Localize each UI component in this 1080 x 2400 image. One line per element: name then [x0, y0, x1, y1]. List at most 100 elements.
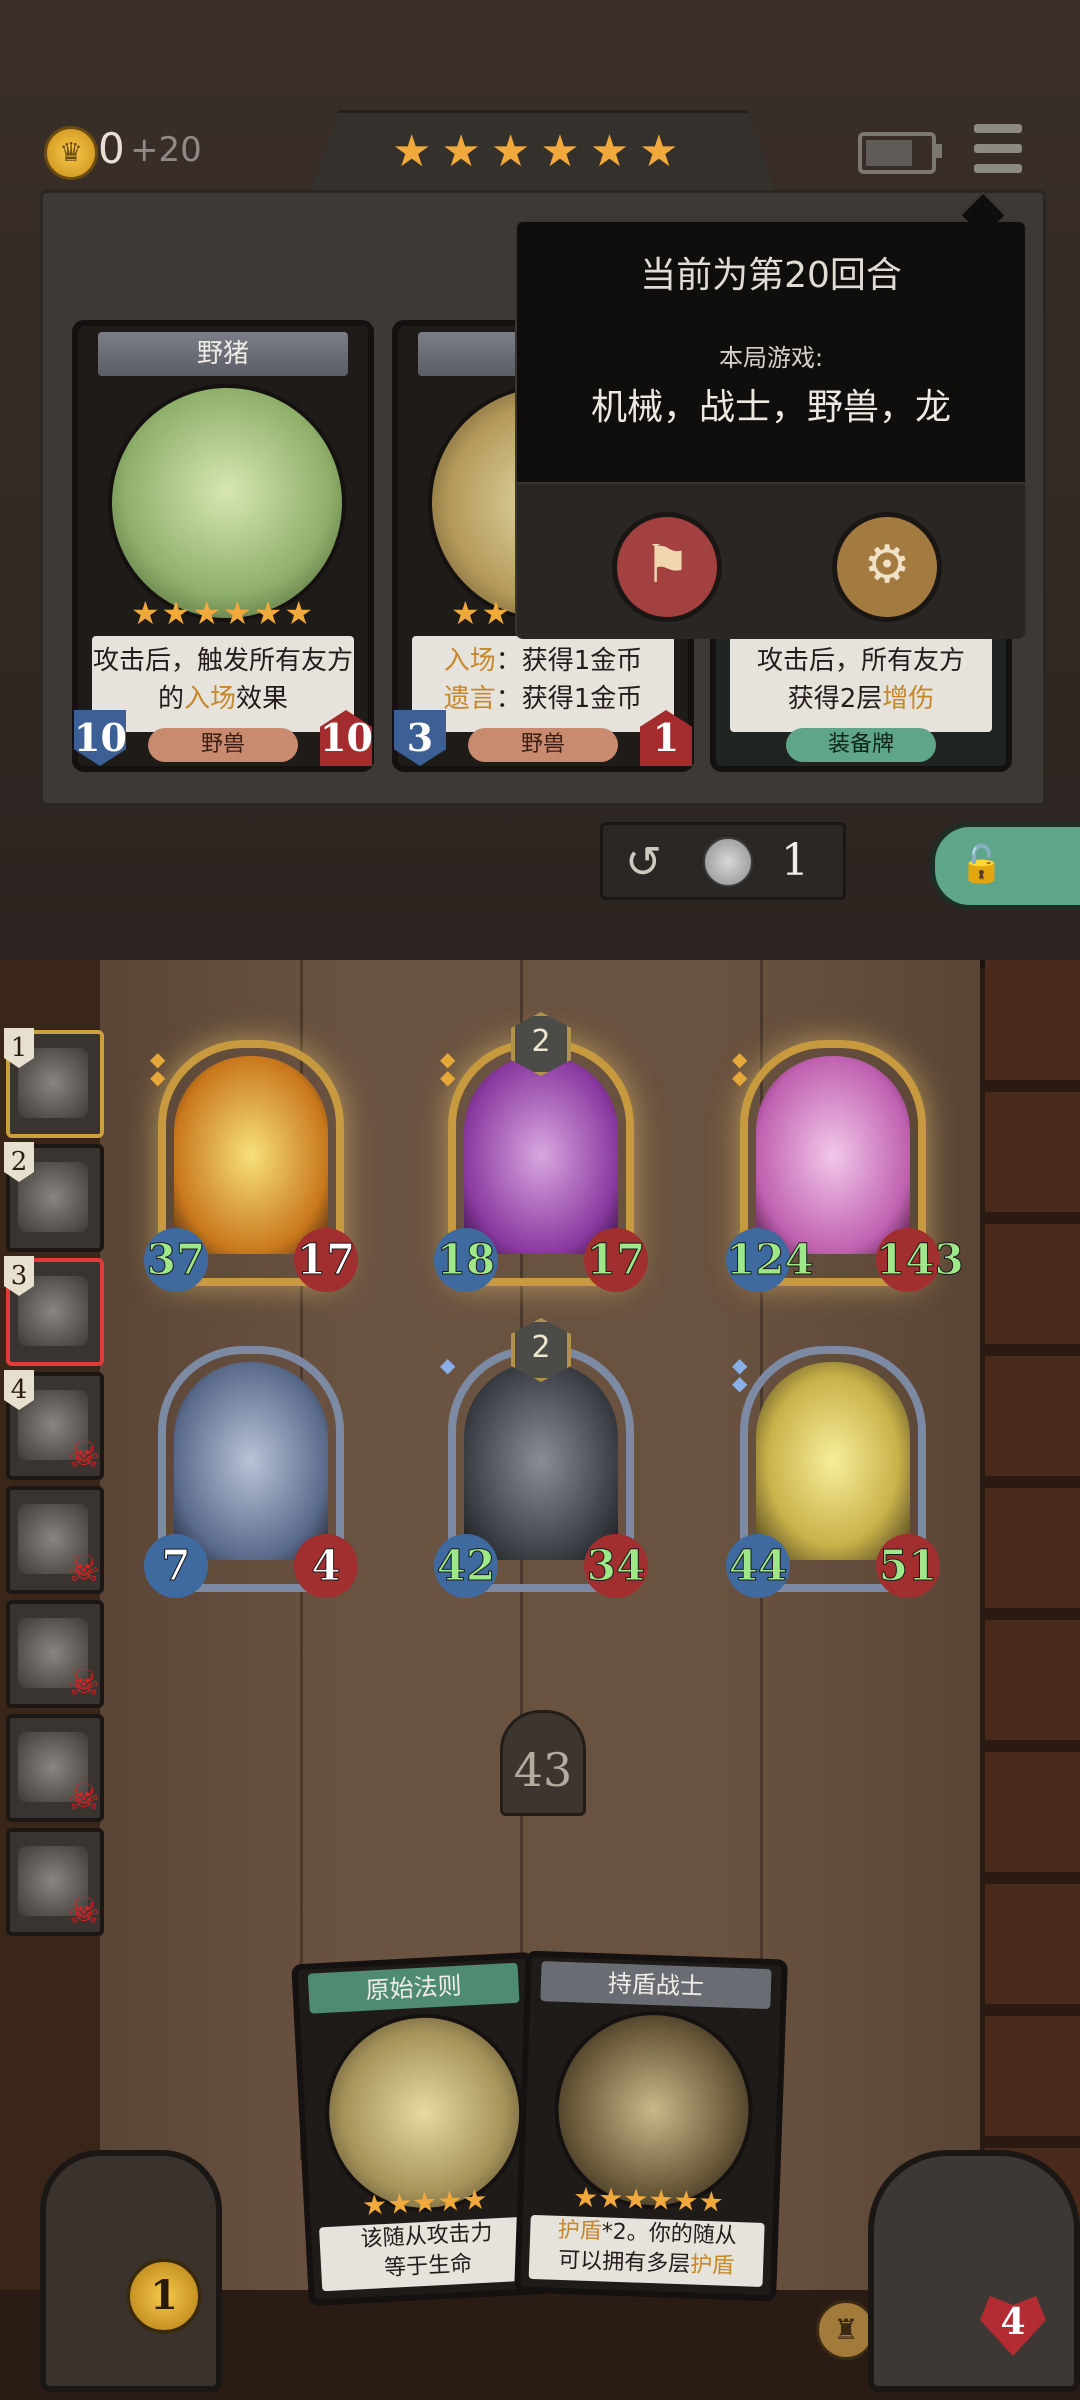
battery-icon — [858, 132, 942, 174]
board-minion[interactable]: ◆ ◆ 44 51 — [726, 1346, 940, 1598]
menu-button[interactable] — [970, 122, 1026, 178]
minion-attack: 42 — [434, 1534, 498, 1598]
surrender-flag-button[interactable]: ⚑ — [612, 512, 722, 622]
card-stars: ★★★★★★ — [572, 2180, 725, 2219]
card-stars: ★★★★★★ — [130, 594, 316, 632]
board-minion[interactable]: ◆ ◆ 37 17 — [144, 1040, 358, 1292]
card-attack: 3 — [394, 710, 446, 766]
lineup-slot[interactable]: 4 ☠ — [4, 1370, 104, 1480]
game-tribes: 机械，战士，野兽，龙 — [590, 387, 951, 428]
board-minion[interactable]: ◆ ◆ 124 143 — [726, 1040, 964, 1292]
card-name: 持盾战士 — [540, 1961, 772, 2010]
minion-tier-gems: ◆ ◆ — [150, 1047, 166, 1089]
desc-keyword: 遗言 — [443, 684, 496, 714]
minion-portrait — [174, 1362, 328, 1560]
card-description: 护盾*2。你的随从 可以拥有多层护盾 — [528, 2214, 765, 2287]
skull-icon: ☠ — [67, 1435, 100, 1476]
desc-keyword: 增伤 — [882, 684, 935, 714]
minion-attack: 7 — [144, 1534, 208, 1598]
desc-keyword: 入场 — [443, 646, 496, 676]
hand-card[interactable]: 原始法则 ★★★★★ 该随从攻击力 等于生命 — [291, 1951, 551, 2307]
board-minion[interactable]: 7 4 — [144, 1346, 358, 1598]
popover-actions — [517, 482, 1025, 639]
gold-income: +20 — [130, 130, 202, 170]
refresh-icon: ↺ — [625, 837, 662, 888]
game-tribes-label: 本局游戏: — [718, 344, 824, 372]
hero-power-icon[interactable]: ♜ — [816, 2300, 876, 2360]
minion-attack: 44 — [726, 1534, 790, 1598]
refresh-button[interactable]: ↺ 1 — [600, 822, 846, 900]
desc-text: ：获得1金币 — [495, 684, 643, 714]
skull-icon: ☠ — [67, 1549, 100, 1590]
tavern-stars: ★ ★ ★ ★ ★ ★ — [392, 126, 679, 177]
minion-portrait — [756, 1056, 910, 1254]
minion-health: 34 — [584, 1534, 648, 1598]
lineup-slot[interactable]: ☠ — [6, 1486, 104, 1594]
desc-text: 获得2层 — [787, 684, 883, 714]
minion-attack: 18 — [434, 1228, 498, 1292]
desc-keyword: 护盾 — [689, 2252, 735, 2279]
card-description: 该随从攻击力 等于生命 — [319, 2216, 537, 2292]
round-info-popover: 当前为第20回合 本局游戏: 机械，战士，野兽，龙 ⚑ ⚙ — [515, 220, 1027, 639]
card-description: 攻击后，所有友方 获得2层增伤 — [730, 636, 992, 732]
minion-portrait — [174, 1056, 328, 1254]
player-hero-portrait[interactable] — [868, 2150, 1080, 2392]
gold-coin-icon: ♛ — [44, 126, 98, 180]
card-type: 装备牌 — [786, 728, 936, 762]
round-label: 当前为第20回合 — [640, 255, 902, 296]
turn-timer-value: 43 — [513, 1743, 573, 1797]
hand-card[interactable]: 持盾战士 ★★★★★★ 护盾*2。你的随从 可以拥有多层护盾 — [514, 1950, 788, 2302]
desc-text: *2。你的随从 — [601, 2219, 738, 2250]
skull-icon: ☠ — [67, 1777, 100, 1818]
turn-timer: 43 — [500, 1710, 586, 1816]
minion-health: 143 — [876, 1228, 964, 1292]
board-minion[interactable]: ◆ 2 42 34 — [434, 1318, 648, 1598]
minion-tier-gems: ◆ — [440, 1353, 456, 1377]
desc-text: 该随从攻击力 — [360, 2220, 494, 2253]
minion-tier-gems: ◆ ◆ — [440, 1047, 456, 1089]
minion-health: 51 — [876, 1534, 940, 1598]
minion-portrait — [756, 1362, 910, 1560]
desc-text: 等于生命 — [383, 2251, 473, 2282]
lineup-slot[interactable]: ☠ — [6, 1600, 104, 1708]
minion-portrait — [464, 1362, 618, 1560]
tavern-level: 1 — [126, 2258, 202, 2334]
silver-coin-icon — [703, 837, 753, 887]
desc-text: ：获得1金币 — [495, 646, 643, 676]
minion-health: 17 — [584, 1228, 648, 1292]
minion-tier-gems: ◆ ◆ — [732, 1353, 748, 1395]
minion-health: 17 — [294, 1228, 358, 1292]
board-minion[interactable]: ◆ ◆ 2 18 17 — [434, 1012, 648, 1292]
skull-icon: ☠ — [67, 1891, 100, 1932]
card-name: 原始法则 — [307, 1962, 520, 2014]
lock-icon: 🔓 — [959, 844, 1004, 885]
desc-text: 效果 — [236, 684, 289, 714]
refresh-cost: 1 — [781, 835, 809, 886]
card-description: 攻击后，触发所有友方的入场效果 — [92, 636, 354, 732]
settings-gear-button[interactable]: ⚙ — [832, 512, 942, 622]
gold-value: 0 — [98, 124, 125, 173]
lineup-slot[interactable]: 2 — [4, 1142, 104, 1252]
lineup-slot[interactable]: ☠ — [6, 1714, 104, 1822]
minion-portrait — [464, 1056, 618, 1254]
boar-art — [108, 384, 346, 622]
minion-tier-gems: ◆ ◆ — [732, 1047, 748, 1089]
minion-health: 4 — [294, 1534, 358, 1598]
gold-counter: ♛ 0 +20 — [40, 120, 260, 180]
card-attack: 10 — [74, 710, 126, 766]
lineup-slot[interactable]: 1 — [4, 1028, 104, 1138]
desc-text: 攻击后，所有友方 — [756, 646, 965, 676]
desc-keyword: 入场 — [183, 684, 236, 714]
minion-attack: 37 — [144, 1228, 208, 1292]
card-tribe: 野兽 — [148, 728, 298, 762]
shop-card[interactable]: 野猪 ★★★★★★ 攻击后，触发所有友方的入场效果 野兽 10 10 — [72, 320, 374, 772]
tavern-keeper-portrait[interactable] — [40, 2150, 222, 2392]
desc-keyword: 护盾 — [557, 2217, 603, 2245]
minion-attack: 124 — [726, 1228, 814, 1292]
lineup-slot-current[interactable]: 3 — [4, 1256, 104, 1366]
lineup-slot[interactable]: ☠ — [6, 1828, 104, 1936]
card-name: 野猪 — [98, 332, 348, 376]
skull-icon: ☠ — [67, 1663, 100, 1704]
lock-shop-button[interactable]: 🔓 — [930, 822, 1080, 910]
desc-text: 可以拥有多层 — [557, 2247, 691, 2278]
